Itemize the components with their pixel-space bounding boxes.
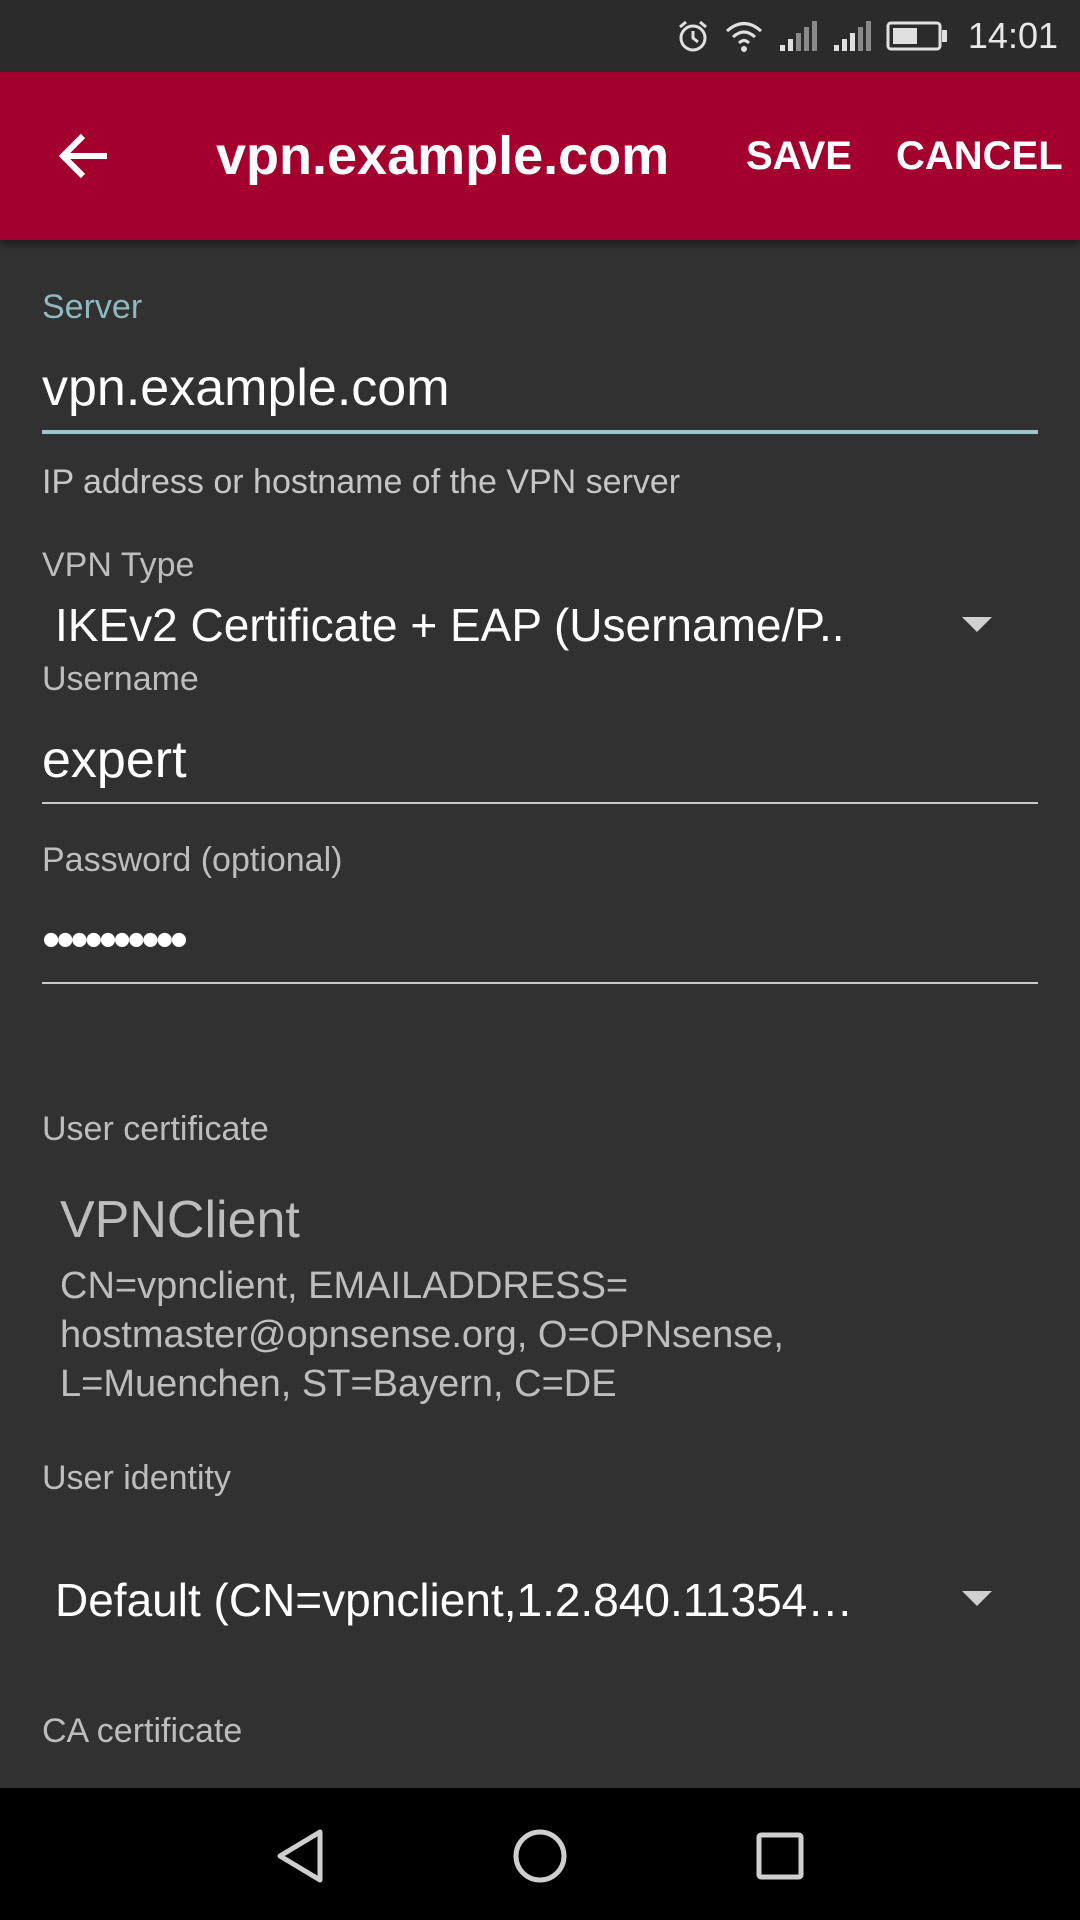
ca-certificate-label: CA certificate	[42, 1712, 243, 1750]
user-certificate-name: VPNClient	[60, 1191, 300, 1249]
signal-icon	[778, 19, 818, 53]
nav-back-button[interactable]	[260, 1818, 340, 1898]
subject-line: CN=vpnclient, EMAILADDRESS=	[60, 1265, 629, 1307]
password-label: Password (optional)	[42, 841, 343, 879]
save-button[interactable]: SAVE	[746, 72, 852, 240]
username-input[interactable]: expert	[42, 730, 187, 790]
nav-recents-button[interactable]	[740, 1818, 820, 1898]
username-label: Username	[42, 660, 199, 698]
page-title: vpn.example.com	[216, 126, 670, 186]
user-certificate-label: User certificate	[42, 1110, 269, 1148]
recents-square-icon	[755, 1831, 805, 1885]
back-button[interactable]	[42, 116, 126, 200]
user-identity-label: User identity	[42, 1459, 231, 1497]
status-icons: 14:01	[676, 0, 1058, 72]
nav-home-button[interactable]	[500, 1818, 580, 1898]
user-identity-chevron-down-icon[interactable]	[962, 1591, 992, 1606]
user-identity-select[interactable]: Default (CN=vpnclient,1.2.840.11354…	[55, 1573, 935, 1627]
back-triangle-icon	[274, 1828, 326, 1888]
app-bar: vpn.example.com SAVE CANCEL	[0, 72, 1080, 240]
battery-icon	[886, 19, 948, 53]
server-input-underline	[42, 430, 1038, 434]
subject-line: L=Muenchen, ST=Bayern, C=DE	[60, 1363, 617, 1405]
vpn-type-label: VPN Type	[42, 546, 195, 584]
cancel-button[interactable]: CANCEL	[896, 72, 1063, 240]
arrow-back-icon	[58, 133, 109, 183]
username-input-underline	[42, 802, 1038, 804]
clock: 14:01	[967, 15, 1058, 56]
vpn-type-chevron-down-icon[interactable]	[962, 617, 992, 632]
subject-line: hostmaster@opnsense.org, O=OPNsense,	[60, 1314, 784, 1356]
user-certificate-subject: CN=vpnclient, EMAILADDRESS= hostmaster@o…	[60, 1262, 960, 1409]
navigation-bar	[0, 1788, 1080, 1920]
status-bar: 14:01	[0, 0, 1080, 72]
password-input[interactable]: ••••••••••	[42, 910, 188, 970]
signal-icon	[832, 19, 872, 53]
vpn-type-select[interactable]: IKEv2 Certificate + EAP (Username/P..	[55, 598, 935, 652]
alarm-icon	[676, 19, 710, 53]
home-circle-icon	[512, 1828, 568, 1888]
password-input-underline	[42, 982, 1038, 984]
wifi-icon	[724, 19, 764, 53]
server-label: Server	[42, 288, 143, 326]
server-helper-text: IP address or hostname of the VPN server	[42, 463, 681, 501]
server-input[interactable]: vpn.example.com	[42, 358, 450, 418]
